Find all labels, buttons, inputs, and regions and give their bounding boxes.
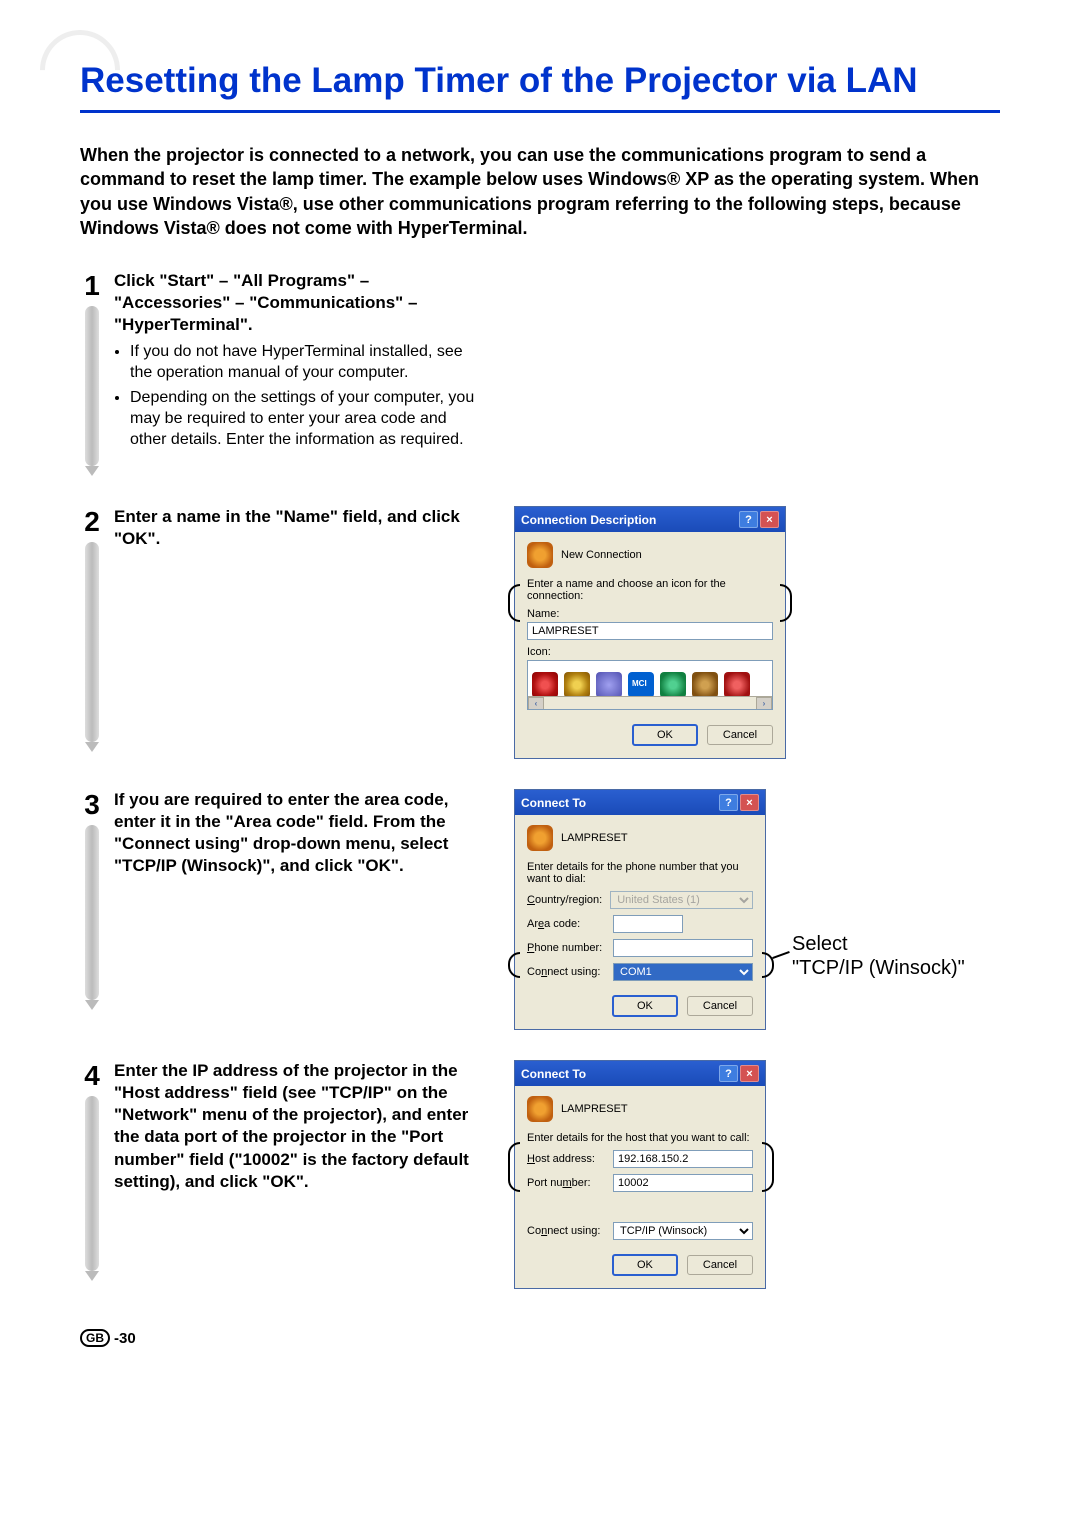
country-label: Country/region: xyxy=(527,894,602,906)
dialog-title: Connect To xyxy=(521,796,586,810)
step-bar-2: 2 xyxy=(80,506,104,752)
step-2-text: Enter a name in the "Name" field, and cl… xyxy=(114,506,484,550)
phone-field[interactable] xyxy=(613,939,753,957)
step-3-head: If you are required to enter the area co… xyxy=(114,789,484,877)
conn-icon-option[interactable] xyxy=(660,672,686,698)
scroll-right-icon[interactable]: › xyxy=(756,697,772,710)
close-icon[interactable]: × xyxy=(740,1065,759,1082)
host-address-field[interactable] xyxy=(613,1150,753,1168)
icon-scrollbar[interactable]: ‹ › xyxy=(528,696,772,709)
connect-using-select[interactable]: TCP/IP (Winsock) xyxy=(613,1222,753,1240)
connect-using-label: Connect using: xyxy=(527,1225,605,1237)
dialog-title: Connection Description xyxy=(521,513,656,527)
help-icon[interactable]: ? xyxy=(719,794,738,811)
scroll-left-icon[interactable]: ‹ xyxy=(528,697,544,710)
page-title: Resetting the Lamp Timer of the Projecto… xyxy=(80,60,1000,113)
connection-description-dialog: Connection Description ? × New Connectio… xyxy=(514,506,786,759)
help-icon[interactable]: ? xyxy=(719,1065,738,1082)
dialog-prompt: Enter details for the phone number that … xyxy=(527,861,753,885)
cancel-button[interactable]: Cancel xyxy=(687,996,753,1016)
intro-paragraph: When the projector is connected to a net… xyxy=(80,143,1000,240)
annotation-text: Select "TCP/IP (Winsock)" xyxy=(792,932,965,980)
cancel-button[interactable]: Cancel xyxy=(687,1255,753,1275)
dialog-title: Connect To xyxy=(521,1067,586,1081)
area-code-label: Area code: xyxy=(527,918,605,930)
dialog-prompt: Enter a name and choose an icon for the … xyxy=(527,578,773,602)
step-bar-4: 4 xyxy=(80,1060,104,1281)
connect-using-label: Connect using: xyxy=(527,966,605,978)
connect-using-select[interactable]: COM1 xyxy=(613,963,753,981)
connect-to-dialog: Connect To ? × LAMPRESET Enter details f… xyxy=(514,789,766,1030)
conn-icon-option[interactable] xyxy=(724,672,750,698)
icon-label: Icon: xyxy=(527,646,773,658)
conn-icon-option[interactable] xyxy=(564,672,590,698)
ok-button[interactable]: OK xyxy=(612,995,678,1017)
ok-button[interactable]: OK xyxy=(632,724,698,746)
close-icon[interactable]: × xyxy=(760,511,779,528)
connection-icon xyxy=(527,1096,553,1122)
annotation-leader xyxy=(772,951,790,959)
conn-icon-option[interactable] xyxy=(596,672,622,698)
close-icon[interactable]: × xyxy=(740,794,759,811)
step-1-text: Click "Start" – "All Programs" – "Access… xyxy=(114,270,484,454)
conn-icon-option[interactable] xyxy=(692,672,718,698)
step-1-head: Click "Start" – "All Programs" – "Access… xyxy=(114,270,484,336)
port-number-label: Port number: xyxy=(527,1177,605,1189)
country-select: United States (1) xyxy=(610,891,753,909)
step-number: 1 xyxy=(84,272,100,300)
connection-icon xyxy=(527,542,553,568)
area-code-field[interactable] xyxy=(613,915,683,933)
dialog-subtitle: LAMPRESET xyxy=(561,832,628,844)
dialog-subtitle: LAMPRESET xyxy=(561,1103,628,1115)
step-4-head: Enter the IP address of the projector in… xyxy=(114,1060,484,1193)
dialog-prompt: Enter details for the host that you want… xyxy=(527,1132,753,1144)
region-badge: GB xyxy=(80,1329,110,1347)
help-icon[interactable]: ? xyxy=(739,511,758,528)
name-field[interactable] xyxy=(527,622,773,640)
step-4-text: Enter the IP address of the projector in… xyxy=(114,1060,484,1193)
port-number-field[interactable] xyxy=(613,1174,753,1192)
step-1-bullet: If you do not have HyperTerminal install… xyxy=(130,342,484,384)
conn-icon-option[interactable] xyxy=(628,672,654,698)
connect-to-host-dialog: Connect To ? × LAMPRESET Enter details f… xyxy=(514,1060,766,1289)
host-address-label: Host address: xyxy=(527,1153,605,1165)
conn-icon-option[interactable] xyxy=(532,672,558,698)
phone-label: Phone number: xyxy=(527,942,605,954)
step-number: 3 xyxy=(84,791,100,819)
connection-icon xyxy=(527,825,553,851)
dialog-subtitle: New Connection xyxy=(561,549,642,561)
name-label: Name: xyxy=(527,608,773,620)
step-2-head: Enter a name in the "Name" field, and cl… xyxy=(114,506,484,550)
step-3-text: If you are required to enter the area co… xyxy=(114,789,484,877)
step-bar-1: 1 xyxy=(80,270,104,476)
step-bar-3: 3 xyxy=(80,789,104,1010)
ok-button[interactable]: OK xyxy=(612,1254,678,1276)
step-number: 2 xyxy=(84,508,100,536)
step-number: 4 xyxy=(84,1062,100,1090)
cancel-button[interactable]: Cancel xyxy=(707,725,773,745)
page-number: -30 xyxy=(114,1330,136,1347)
step-1-bullet: Depending on the settings of your comput… xyxy=(130,388,484,450)
icon-picker[interactable]: ‹ › xyxy=(527,660,773,710)
page-footer: GB -30 xyxy=(80,1329,1000,1347)
